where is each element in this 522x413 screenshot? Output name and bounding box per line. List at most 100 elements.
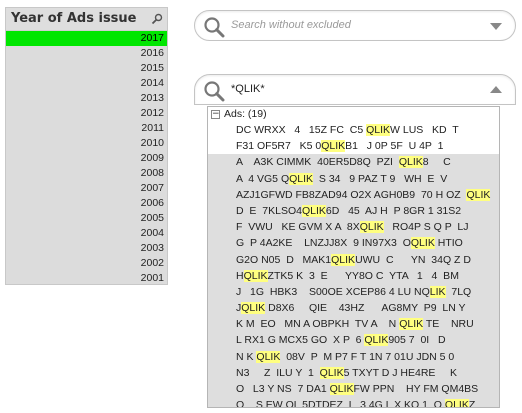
match-highlight: QLIK [256, 350, 281, 363]
result-text: D8X6 QIE 43HZ AG8MY P9 LN Y [265, 302, 466, 315]
result-text: RO4P S Q P LJ [383, 221, 469, 234]
result-item[interactable]: JQLIK D8X6 QIE 43HZ AG8MY P9 LN Y [208, 300, 499, 316]
result-item[interactable]: L RX1 G MCX5 GO X P 6 QLIK905 7 0I D [208, 332, 499, 348]
result-item[interactable]: DC WRXX 4 15Z FC C5 QLIKW LUS KD T [208, 122, 499, 139]
match-highlight: QLIK [289, 172, 314, 185]
search-icon[interactable] [151, 13, 163, 25]
listbox-row[interactable]: 2014 [6, 76, 167, 91]
result-text: AZJ1GFWD FB8ZAD94 O2X AGH0B9 70 H OZ [236, 188, 467, 201]
match-highlight: LIK [429, 285, 446, 298]
listbox-title: Year of Ads issue [11, 11, 137, 26]
results-group-header[interactable]: − Ads: (19) [208, 107, 499, 122]
match-highlight: QLIK [399, 318, 424, 331]
search-input[interactable]: *QLIK* [231, 83, 265, 95]
listbox-row[interactable]: 2016 [6, 46, 167, 61]
listbox-row[interactable]: 2008 [6, 166, 167, 181]
result-item[interactable]: F31 OF5R7 K5 0QLIKB1 J 0P 5F U 4P 1 [208, 138, 499, 155]
result-item[interactable]: N K QLIK 08V P M P7 F T 1N 7 01U JDN 5 0 [208, 349, 499, 365]
match-highlight: QLIK [329, 383, 354, 395]
listbox-row[interactable]: 2001 [6, 271, 167, 286]
magnifier-icon [204, 17, 225, 38]
result-text: Z [468, 399, 476, 408]
listbox-rows: 2017 2016 2015 2014 2013 2012 2011 2010 2009 2008… [6, 31, 167, 286]
results-list: DC WRXX 4 15Z FC C5 QLIKW LUS KD T F31 OF… [208, 122, 499, 408]
result-text: 8 C [422, 156, 451, 169]
listbox-row[interactable]: 2010 [6, 136, 167, 151]
result-text: HTIO [434, 237, 463, 250]
result-text: FW PPN HY FM QM4BS [353, 383, 479, 395]
result-item[interactable]: F VWU KE GVM X A 8XQLIK RO4P S Q P LJ [208, 219, 499, 235]
listbox-row[interactable]: 2002 [6, 256, 167, 271]
result-item[interactable]: G P 4A2KE LNZJJ8X 9 IN97X3 OQLIK HTIO [208, 235, 499, 251]
result-text: D E 7KLSO4 [236, 204, 302, 217]
result-text: A A3K CIMMK 40ER5D8Q PZI [236, 156, 399, 169]
match-highlight: QLIK [359, 221, 384, 234]
listbox-header: Year of Ads issue [6, 8, 167, 31]
result-text: 5 TXYT D J HE4RE K [343, 366, 457, 379]
results-group-label: Ads: (19) [224, 108, 267, 120]
match-highlight: QLIK [243, 269, 268, 282]
listbox-row[interactable]: 2003 [6, 241, 167, 256]
match-highlight: QLIK [331, 253, 356, 266]
result-text: F31 OF5R7 K5 0 [236, 140, 322, 153]
result-item[interactable]: N3 Z ILU Y 1 QLIK5 TXYT D J HE4RE K [208, 365, 499, 381]
result-item[interactable]: J 1G HBK3 S00OE XCEP86 4 LU NQLIK 7LQ [208, 284, 499, 300]
match-highlight: QLIK [364, 334, 389, 347]
result-text: 6D 45 AJ H P 8GR 1 31S2 [325, 204, 462, 217]
result-text: S 34 9 PAZ T 9 WH E V [313, 172, 448, 185]
result-text: L RX1 G MCX5 GO X P 6 [236, 334, 365, 347]
result-text: TE NRU [423, 318, 474, 331]
magnifier-icon [204, 81, 225, 102]
result-text: N3 Z ILU Y 1 [236, 366, 320, 379]
result-item[interactable]: O L3 Y NS 7 DA1 QLIKFW PPN HY FM QM4BS [208, 381, 499, 397]
listbox-row[interactable]: 2017 [6, 31, 167, 46]
collapse-toggle[interactable]: − [211, 110, 220, 119]
result-text: G P 4A2KE LNZJJ8X 9 IN97X3 O [236, 237, 411, 250]
result-item[interactable]: O S EW QL 5DTDEZ L 3 4G L X KQ 1 Q QLIKZ [208, 397, 499, 408]
match-highlight: QLIK [321, 140, 346, 153]
result-text: K M EO MN A OBPKH TV A N [236, 318, 400, 331]
search-placeholder[interactable]: Search without excluded [231, 19, 351, 31]
match-highlight: QLIK [366, 124, 391, 136]
search-object-2[interactable]: *QLIK* [194, 74, 516, 105]
year-listbox: Year of Ads issue 2017 2016 2015 2014 2013 20… [5, 7, 168, 285]
result-item[interactable]: A A3K CIMMK 40ER5D8Q PZI QLIK8 C [208, 154, 499, 170]
result-text: 08V P M P7 F T 1N 7 01U JDN 5 0 [280, 350, 455, 363]
result-text: ZTK5 K 3 E YY8O C YTA 1 4 BM [267, 269, 459, 282]
result-text: F VWU KE GVM X A 8X [236, 221, 360, 234]
result-item[interactable]: K M EO MN A OBPKH TV A N QLIK TE NRU [208, 316, 499, 332]
result-item[interactable]: G2O N05 D MAK1QLIKUWU C YN 34Q Z D [208, 252, 499, 268]
listbox-row[interactable]: 2012 [6, 106, 167, 121]
match-highlight: QLIK [466, 188, 491, 201]
result-text: O S EW QL 5DTDEZ L 3 4G L X KQ 1 Q [236, 399, 445, 408]
chevron-up-icon[interactable] [489, 85, 503, 95]
result-item[interactable]: D E 7KLSO4QLIK6D 45 AJ H P 8GR 1 31S2 [208, 203, 499, 219]
result-text: UWU C YN 34Q Z D [355, 253, 471, 266]
listbox-row[interactable]: 2004 [6, 226, 167, 241]
match-highlight: QLIK [444, 399, 469, 407]
listbox-row[interactable]: 2006 [6, 196, 167, 211]
listbox-row[interactable]: 2015 [6, 61, 167, 76]
result-item[interactable]: HQLIKZTK5 K 3 E YY8O C YTA 1 4 BM [208, 268, 499, 284]
result-text: N K [236, 350, 257, 363]
result-text: 905 7 0I D [388, 334, 446, 347]
listbox-row[interactable]: 2011 [6, 121, 167, 136]
result-text: B1 J 0P 5F U 4P 1 [345, 140, 444, 153]
listbox-row[interactable]: 2013 [6, 91, 167, 106]
search-object-1[interactable]: Search without excluded [194, 10, 516, 41]
match-highlight: QLIK [301, 204, 326, 217]
chevron-down-icon[interactable] [489, 21, 503, 31]
result-item[interactable]: AZJ1GFWD FB8ZAD94 O2X AGH0B9 70 H OZ QLI… [208, 187, 499, 203]
match-highlight: QLIK [398, 156, 423, 169]
result-text: J 1G HBK3 S00OE XCEP86 4 LU NQ [236, 285, 430, 298]
listbox-row[interactable]: 2005 [6, 211, 167, 226]
result-item[interactable]: A 4 VG5 QQLIK S 34 9 PAZ T 9 WH E V [208, 171, 499, 187]
match-highlight: QLIK [410, 237, 435, 250]
listbox-row[interactable]: 2007 [6, 181, 167, 196]
result-text: G2O N05 D MAK1 [236, 253, 332, 266]
result-text: 7LQ [445, 285, 472, 298]
listbox-row[interactable]: 2009 [6, 151, 167, 166]
result-text: H [236, 269, 244, 282]
result-text: O L3 Y NS 7 DA1 [236, 383, 330, 395]
result-text: DC WRXX 4 15Z FC C5 [236, 124, 367, 136]
